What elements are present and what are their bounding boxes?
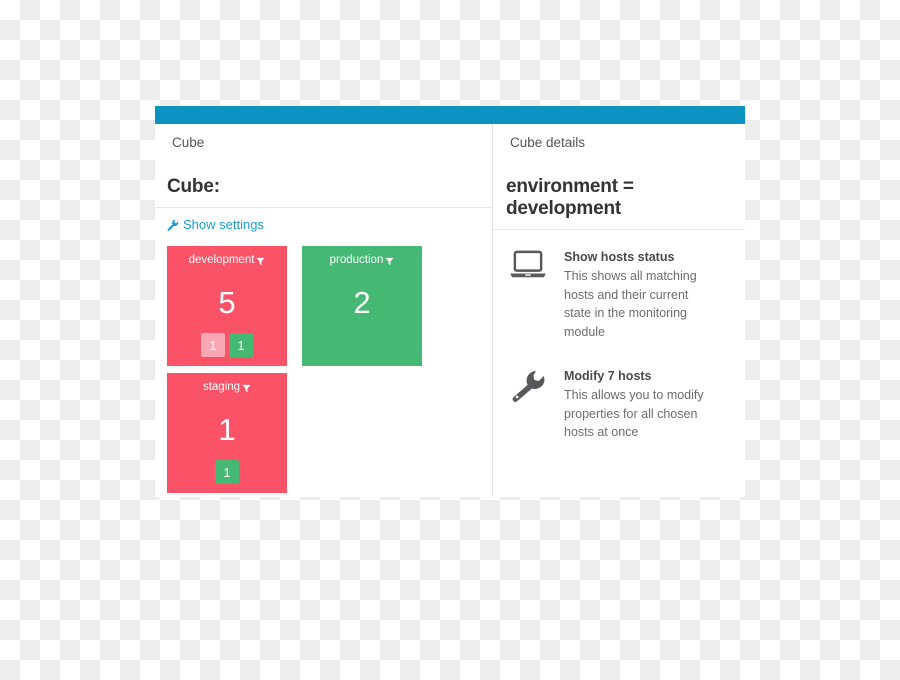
tile-production-label: production	[329, 254, 384, 266]
tile-staging-header: staging	[167, 373, 287, 394]
tab-cube[interactable]: Cube	[155, 124, 222, 160]
laptop-icon	[510, 250, 546, 278]
page-title: Cube:	[155, 160, 492, 208]
badge-pink[interactable]: 1	[201, 333, 225, 357]
tile-staging-label: staging	[202, 381, 241, 393]
cube-details-refresh-button[interactable]	[602, 124, 648, 160]
cube-panel-body: Cube: Show settings development 5 1 1 pr…	[155, 160, 492, 497]
tile-development-label: development	[188, 254, 255, 266]
tab-cube-label: Cube	[172, 134, 205, 150]
funnel-icon[interactable]	[385, 257, 394, 266]
action-modify-hosts[interactable]: Modify 7 hosts This allows you to modify…	[506, 367, 733, 442]
close-panel-button[interactable]	[448, 124, 492, 160]
action-icon-wrap	[506, 248, 550, 341]
action-text: Modify 7 hosts This allows you to modify…	[564, 367, 733, 442]
show-settings-link[interactable]: Show settings	[167, 217, 264, 232]
refresh-icon	[238, 135, 251, 148]
action-title: Modify 7 hosts	[564, 369, 652, 384]
cube-window: Cube Cube: Show settings development 5 1…	[155, 106, 745, 497]
badge-green[interactable]: 1	[215, 460, 239, 484]
tab-cube-details-label: Cube details	[510, 134, 586, 150]
action-description: This shows all matching hosts and their …	[564, 269, 697, 339]
tile-production-header: production	[302, 246, 422, 267]
action-show-hosts-status[interactable]: Show hosts status This shows all matchin…	[506, 248, 733, 341]
details-title: environment = development	[493, 160, 745, 230]
tile-staging[interactable]: staging 1 1	[167, 373, 287, 493]
cube-panel-tabstrip: Cube	[155, 124, 492, 160]
tile-development-badges: 1 1	[167, 333, 287, 357]
tile-production-count: 2	[353, 284, 371, 320]
tile-development-count: 5	[218, 284, 236, 320]
close-icon	[464, 136, 476, 148]
cube-details-panel: Cube details environment = development S…	[493, 124, 745, 497]
tab-cube-details[interactable]: Cube details	[493, 124, 603, 160]
cube-refresh-button[interactable]	[221, 124, 267, 160]
wrench-icon	[167, 219, 179, 231]
tile-staging-count: 1	[218, 411, 236, 447]
show-settings-label: Show settings	[183, 217, 264, 232]
action-text: Show hosts status This shows all matchin…	[564, 248, 733, 341]
badge-green[interactable]: 1	[229, 333, 253, 357]
tile-production[interactable]: production 2	[302, 246, 422, 366]
action-icon-wrap	[506, 367, 550, 442]
tile-development[interactable]: development 5 1 1	[167, 246, 287, 366]
wrench-icon	[512, 371, 545, 402]
action-title: Show hosts status	[564, 250, 675, 264]
refresh-icon	[619, 135, 631, 148]
cube-details-tabstrip: Cube details	[493, 124, 745, 160]
tile-development-header: development	[167, 246, 287, 267]
funnel-icon[interactable]	[256, 257, 265, 266]
action-list: Show hosts status This shows all matchin…	[493, 230, 745, 442]
action-description: This allows you to modify properties for…	[564, 388, 704, 440]
cube-panel: Cube Cube: Show settings development 5 1…	[155, 124, 492, 497]
tile-staging-badges: 1	[167, 460, 287, 484]
cube-details-body: environment = development Show hosts sta…	[493, 160, 745, 497]
funnel-icon[interactable]	[242, 384, 251, 393]
